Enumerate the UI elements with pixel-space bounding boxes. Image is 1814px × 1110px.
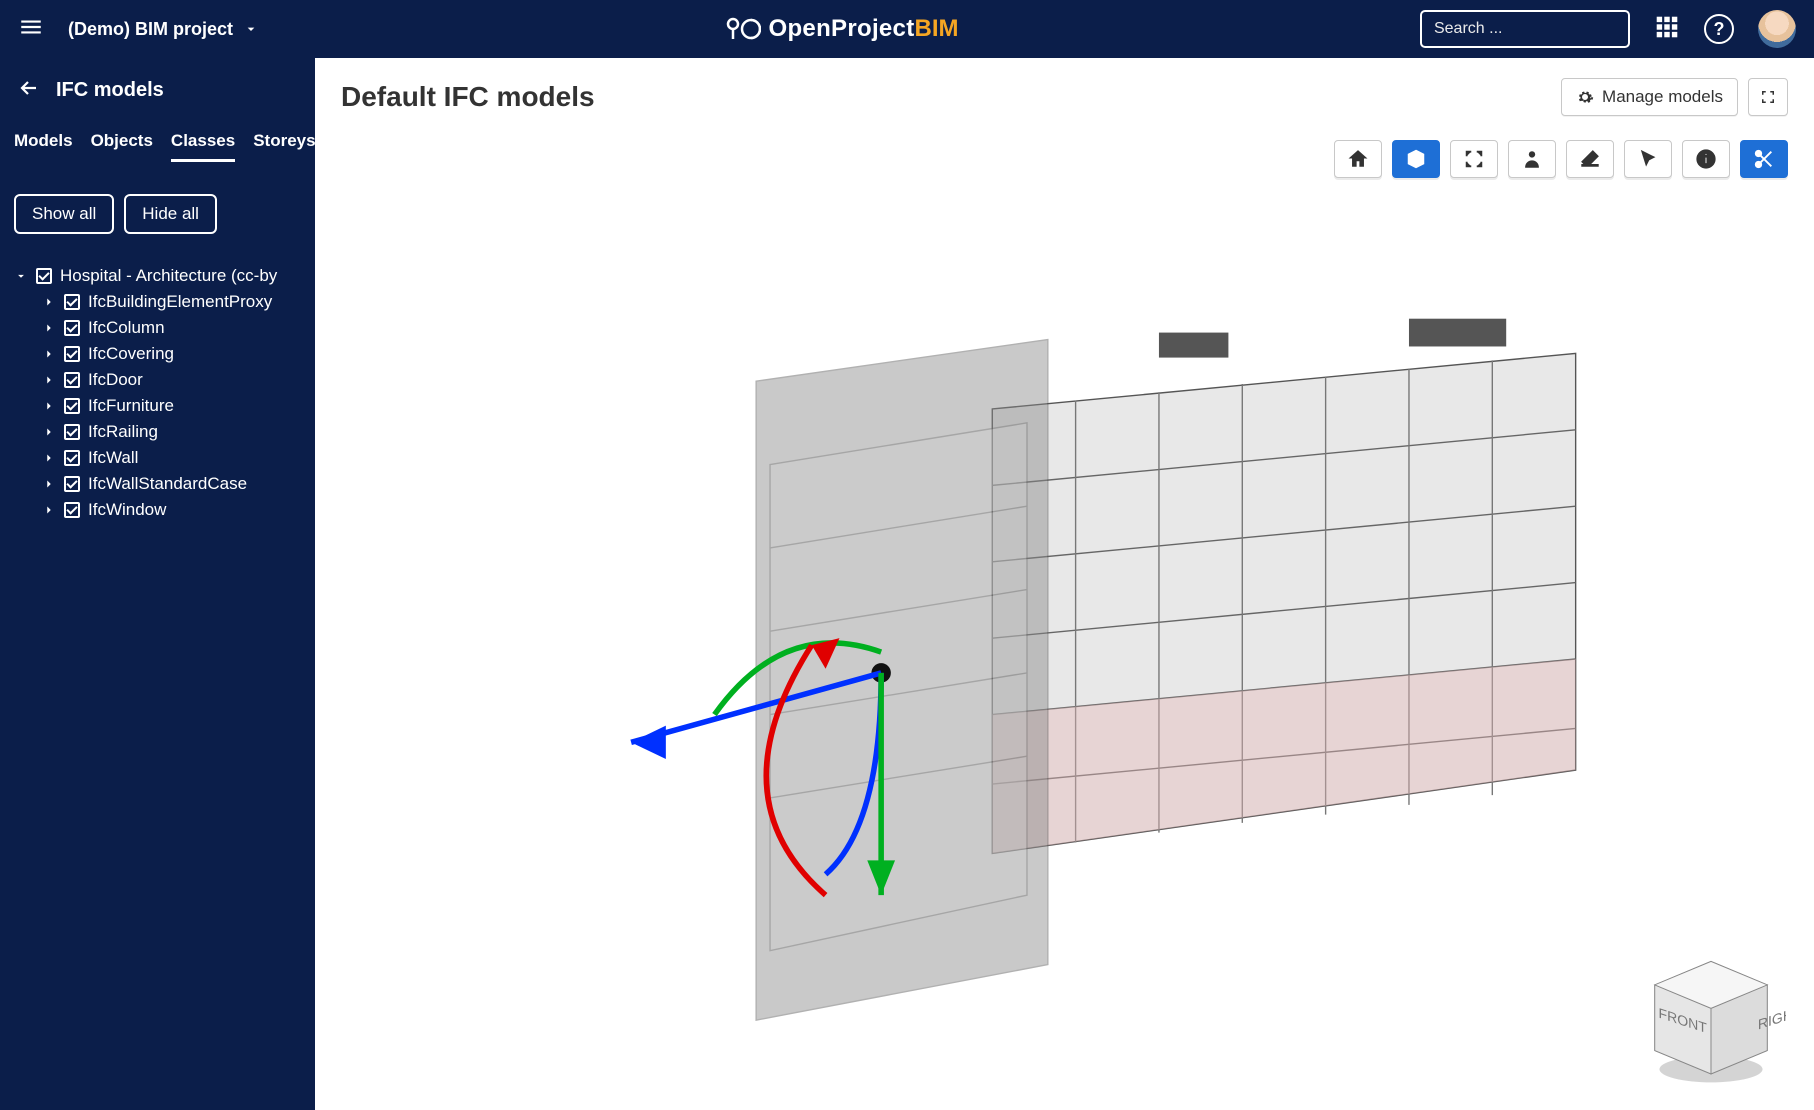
- show-all-button[interactable]: Show all: [14, 194, 114, 234]
- gears-icon: [1576, 88, 1594, 106]
- project-selector[interactable]: (Demo) BIM project: [68, 19, 259, 40]
- chevron-right-icon[interactable]: [42, 425, 56, 439]
- tree-item-label: IfcWall: [88, 448, 138, 468]
- tree-item-label: IfcWindow: [88, 500, 166, 520]
- hide-all-button[interactable]: Hide all: [124, 194, 217, 234]
- focus-icon: [1463, 148, 1485, 170]
- brand-logo: OpenProjectBIM: [721, 15, 959, 43]
- tree-root[interactable]: Hospital - Architecture (cc-by: [14, 266, 301, 286]
- checkbox[interactable]: [64, 346, 80, 362]
- search-input[interactable]: [1434, 20, 1641, 38]
- tree-item-label: IfcBuildingElementProxy: [88, 292, 272, 312]
- chevron-down-icon[interactable]: [14, 269, 28, 283]
- chevron-right-icon[interactable]: [42, 347, 56, 361]
- tree-root-label: Hospital - Architecture (cc-by: [60, 266, 277, 286]
- cube-icon: [1405, 148, 1427, 170]
- hamburger-menu-icon[interactable]: [18, 14, 44, 45]
- brand-bim: BIM: [915, 15, 959, 42]
- sidebar-tabs: Models Objects Classes Storeys: [14, 131, 301, 162]
- checkbox[interactable]: [64, 294, 80, 310]
- tree-item-label: IfcWallStandardCase: [88, 474, 247, 494]
- tree-item-label: IfcColumn: [88, 318, 165, 338]
- checkbox[interactable]: [64, 424, 80, 440]
- tab-models[interactable]: Models: [14, 131, 73, 162]
- chevron-right-icon[interactable]: [42, 295, 56, 309]
- tab-objects[interactable]: Objects: [91, 131, 153, 162]
- help-icon[interactable]: ?: [1704, 14, 1734, 44]
- fullscreen-button[interactable]: [1748, 78, 1788, 116]
- chevron-right-icon[interactable]: [42, 477, 56, 491]
- tool-section[interactable]: [1740, 140, 1788, 178]
- home-icon: [1347, 148, 1369, 170]
- checkbox[interactable]: [64, 502, 80, 518]
- tree-item-label: IfcFurniture: [88, 396, 174, 416]
- tree-item[interactable]: IfcWindow: [42, 500, 301, 520]
- openproject-logo-icon: [721, 16, 761, 42]
- main-content: Default IFC models Manage models: [315, 58, 1814, 1110]
- tree-item[interactable]: IfcColumn: [42, 318, 301, 338]
- tree: Hospital - Architecture (cc-by IfcBuildi…: [14, 260, 301, 526]
- apps-grid-icon[interactable]: [1654, 14, 1680, 45]
- expand-icon: [1759, 88, 1777, 106]
- tree-item[interactable]: IfcWall: [42, 448, 301, 468]
- sidebar: IFC models Models Objects Classes Storey…: [0, 58, 315, 1110]
- top-bar: (Demo) BIM project OpenProjectBIM ?: [0, 0, 1814, 58]
- viewer-toolbar: [1334, 140, 1788, 178]
- chevron-right-icon[interactable]: [42, 399, 56, 413]
- tool-select[interactable]: [1624, 140, 1672, 178]
- view-cube[interactable]: FRONT RIGHT: [1636, 938, 1786, 1088]
- tool-fit[interactable]: [1450, 140, 1498, 178]
- chevron-right-icon[interactable]: [42, 451, 56, 465]
- sidebar-title: IFC models: [56, 79, 164, 102]
- tool-info[interactable]: [1682, 140, 1730, 178]
- checkbox[interactable]: [64, 372, 80, 388]
- tool-3d[interactable]: [1392, 140, 1440, 178]
- chevron-right-icon[interactable]: [42, 321, 56, 335]
- manage-models-label: Manage models: [1602, 87, 1723, 107]
- checkbox[interactable]: [64, 398, 80, 414]
- scissors-icon: [1753, 148, 1775, 170]
- global-search[interactable]: [1420, 10, 1630, 48]
- tree-item[interactable]: IfcWallStandardCase: [42, 474, 301, 494]
- ifc-3d-viewport[interactable]: [395, 228, 1784, 1090]
- checkbox[interactable]: [64, 476, 80, 492]
- person-icon: [1521, 148, 1543, 170]
- checkbox[interactable]: [64, 320, 80, 336]
- top-bar-right: ?: [1420, 10, 1796, 48]
- tab-classes[interactable]: Classes: [171, 131, 235, 162]
- tree-item[interactable]: IfcBuildingElementProxy: [42, 292, 301, 312]
- tree-item[interactable]: IfcDoor: [42, 370, 301, 390]
- back-arrow-icon[interactable]: [14, 76, 38, 105]
- checkbox[interactable]: [64, 450, 80, 466]
- tree-item-label: IfcCovering: [88, 344, 174, 364]
- checkbox[interactable]: [36, 268, 52, 284]
- brand-text: OpenProject: [769, 15, 915, 42]
- tool-home[interactable]: [1334, 140, 1382, 178]
- cursor-icon: [1637, 148, 1659, 170]
- chevron-down-icon: [243, 21, 259, 37]
- tree-item[interactable]: IfcCovering: [42, 344, 301, 364]
- tool-firstperson[interactable]: [1508, 140, 1556, 178]
- info-icon: [1695, 148, 1717, 170]
- eraser-icon: [1579, 148, 1601, 170]
- chevron-right-icon[interactable]: [42, 503, 56, 517]
- page-title: Default IFC models: [341, 81, 595, 113]
- tree-item-label: IfcRailing: [88, 422, 158, 442]
- tree-item-label: IfcDoor: [88, 370, 143, 390]
- avatar[interactable]: [1758, 10, 1796, 48]
- tool-hide[interactable]: [1566, 140, 1614, 178]
- tab-storeys[interactable]: Storeys: [253, 131, 315, 162]
- manage-models-button[interactable]: Manage models: [1561, 78, 1738, 116]
- project-name: (Demo) BIM project: [68, 19, 233, 40]
- chevron-right-icon[interactable]: [42, 373, 56, 387]
- tree-item[interactable]: IfcRailing: [42, 422, 301, 442]
- tree-item[interactable]: IfcFurniture: [42, 396, 301, 416]
